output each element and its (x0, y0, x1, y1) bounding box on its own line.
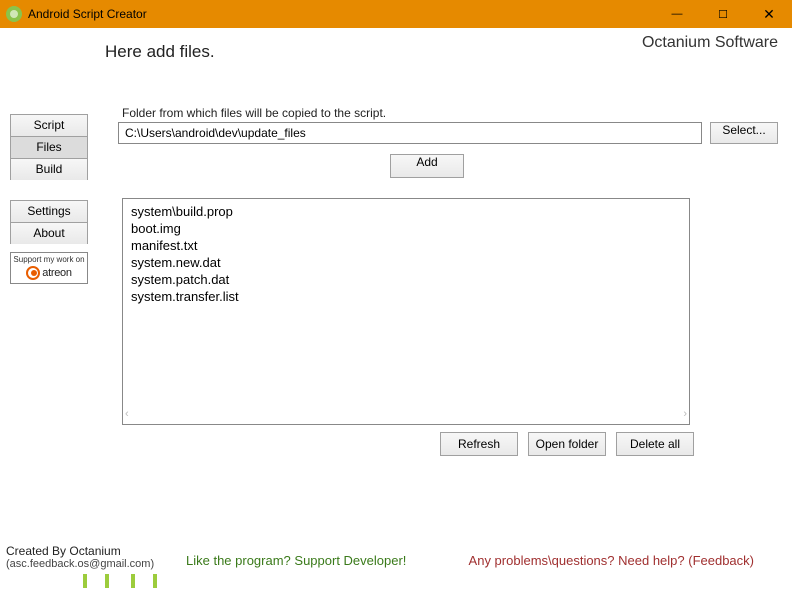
window-title: Android Script Creator (28, 7, 147, 21)
list-item[interactable]: system.new.dat (131, 254, 681, 271)
patreon-icon (26, 266, 40, 280)
list-actions: Refresh Open folder Delete all (440, 432, 694, 456)
sidebar: Script Files Build Settings About Suppor… (10, 114, 90, 284)
open-folder-button[interactable]: Open folder (528, 432, 606, 456)
titlebar: Android Script Creator — ☐ ✕ (0, 0, 792, 28)
sidebar-item-files[interactable]: Files (10, 136, 88, 158)
patreon-label: atreon (42, 267, 71, 279)
support-developer-link[interactable]: Like the program? Support Developer! (186, 553, 406, 568)
list-item[interactable]: system.patch.dat (131, 271, 681, 288)
client-area: Octanium Software Here add files. Script… (0, 28, 792, 574)
list-item[interactable]: system.transfer.list (131, 288, 681, 305)
folder-row: Select... (118, 122, 778, 144)
delete-all-button[interactable]: Delete all (616, 432, 694, 456)
page-title: Here add files. (105, 42, 215, 62)
patreon-support-text: Support my work on (13, 255, 85, 265)
maximize-button[interactable]: ☐ (700, 0, 746, 28)
patreon-badge[interactable]: Support my work on atreon (10, 252, 88, 284)
window-controls: — ☐ ✕ (654, 0, 792, 28)
horizontal-scrollbar[interactable]: ‹› (125, 408, 687, 422)
app-icon (6, 6, 22, 22)
select-folder-button[interactable]: Select... (710, 122, 778, 144)
minimize-button[interactable]: — (654, 0, 700, 28)
add-button[interactable]: Add (390, 154, 464, 178)
folder-path-input[interactable] (118, 122, 702, 144)
folder-label: Folder from which files will be copied t… (122, 106, 386, 120)
file-list[interactable]: system\build.prop boot.img manifest.txt … (122, 198, 690, 425)
list-item[interactable]: boot.img (131, 220, 681, 237)
sidebar-item-settings[interactable]: Settings (10, 200, 88, 222)
list-item[interactable]: system\build.prop (131, 203, 681, 220)
close-button[interactable]: ✕ (746, 0, 792, 28)
sidebar-item-script[interactable]: Script (10, 114, 88, 136)
refresh-button[interactable]: Refresh (440, 432, 518, 456)
sidebar-item-build[interactable]: Build (10, 158, 88, 180)
feedback-link[interactable]: Any problems\questions? Need help? (Feed… (469, 553, 754, 568)
sidebar-item-about[interactable]: About (10, 222, 88, 244)
brand-label: Octanium Software (642, 34, 778, 52)
footer: Created By Octanium (asc.feedback.os@gma… (6, 544, 784, 570)
list-item[interactable]: manifest.txt (131, 237, 681, 254)
